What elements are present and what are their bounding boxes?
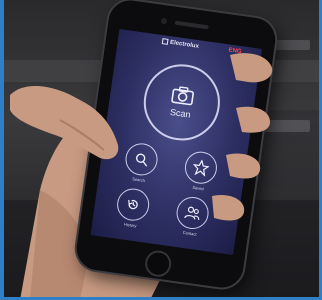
photo-scene: Electrolux ENG Scan Search Saved History… <box>0 0 322 300</box>
hand-front <box>10 53 273 221</box>
